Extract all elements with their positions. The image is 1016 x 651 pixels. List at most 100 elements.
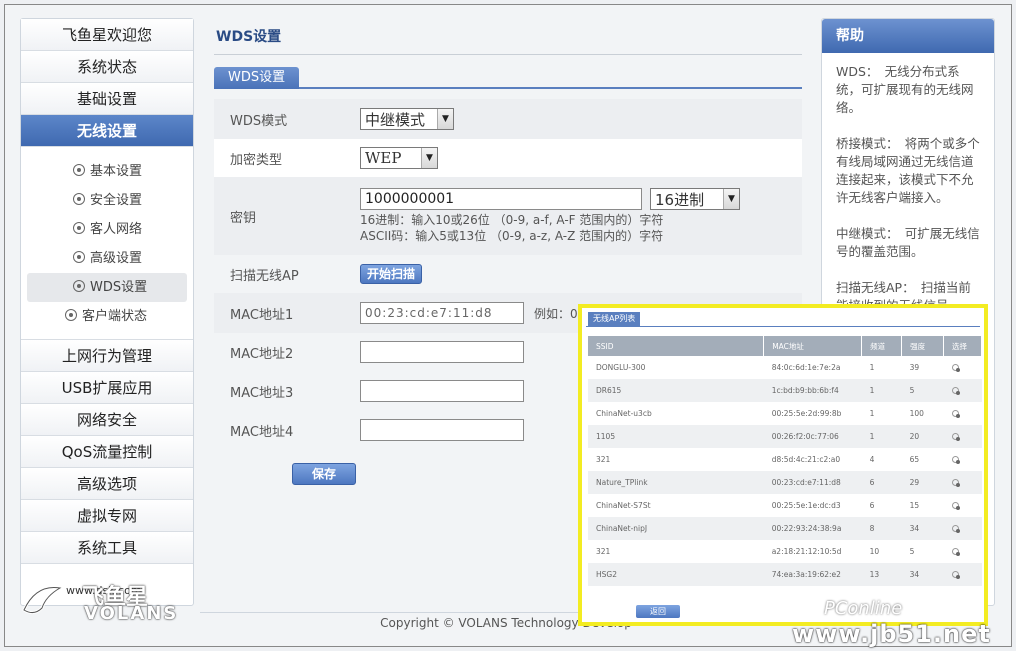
fish-logo-icon <box>22 585 64 615</box>
subnav-security[interactable]: 安全设置 <box>21 186 193 215</box>
nav-system-tools[interactable]: 系统工具 <box>21 532 193 564</box>
nav-usb-apps[interactable]: USB扩展应用 <box>21 372 193 404</box>
mac2-input[interactable] <box>360 341 524 363</box>
volans-logo: www.dsk.com 飞鱼星 VOLANS <box>20 576 176 626</box>
row-wds-mode: WDS模式 中继模式 ▼ <box>214 99 802 139</box>
ap-table-row[interactable]: 321 d8:5d:4c:21:c2:a0 4 65 <box>588 448 982 471</box>
wds-mode-label: WDS模式 <box>230 113 288 129</box>
ap-table-row[interactable]: ChinaNet-u3cb 00:25:5e:2d:99:8b 1 100 <box>588 402 982 425</box>
nav-wireless-settings[interactable]: 无线设置 <box>21 115 193 147</box>
ap-mac-cell: 84:0c:6d:1e:7e:2a <box>771 363 841 372</box>
encryption-value: WEP <box>365 149 402 167</box>
start-scan-button[interactable]: 开始扫描 <box>360 264 423 284</box>
ap-strength-cell: 5 <box>909 547 915 556</box>
save-button[interactable]: 保存 <box>292 463 356 485</box>
ap-list-tab[interactable]: 无线AP列表 <box>588 312 641 326</box>
subnav-client-status[interactable]: 客户端状态 <box>21 302 193 331</box>
mac2-label: MAC地址2 <box>230 346 294 362</box>
ap-select-radio-icon[interactable] <box>951 525 960 533</box>
subnav-advanced[interactable]: 高级设置 <box>21 244 193 273</box>
ap-ssid-cell: 321 <box>596 547 611 556</box>
ap-select-cell <box>943 379 982 402</box>
help-body: WDS： 无线分布式系统，可扩展现有的无线网络。 桥接模式： 将两个或多个有线局… <box>822 53 994 343</box>
tab-wds-settings[interactable]: WDS设置 <box>214 67 300 89</box>
ap-table-row[interactable]: HSG2 74:ea:3a:19:62:e2 13 34 <box>588 563 982 586</box>
ap-ssid-cell: ChinaNet-nipJ <box>588 517 764 540</box>
radio-icon <box>73 280 85 292</box>
back-button[interactable]: 返回 <box>636 605 680 618</box>
ap-select-radio-icon[interactable] <box>951 410 960 418</box>
ap-ssid-cell: DONGLU-300 <box>596 363 646 372</box>
ap-channel-cell: 1 <box>869 409 875 418</box>
nav-qos[interactable]: QoS流量控制 <box>21 436 193 468</box>
key-format-select[interactable]: 16进制 ▼ <box>650 188 740 210</box>
mac4-label: MAC地址4 <box>230 424 294 440</box>
ap-channel-cell: 6 <box>861 471 902 494</box>
ap-table-row[interactable]: DONGLU-300 84:0c:6d:1e:7e:2a 1 39 <box>588 356 982 379</box>
ap-select-cell <box>944 402 982 425</box>
ap-table-row[interactable]: ChinaNet-nipJ 00:22:93:24:38:9a 8 34 <box>588 517 982 540</box>
nav-advanced-options[interactable]: 高级选项 <box>21 468 193 500</box>
ap-select-radio-icon[interactable] <box>951 502 960 510</box>
mac4-input[interactable] <box>360 419 524 441</box>
help-title: 帮助 <box>822 19 994 53</box>
col-ssid: SSID <box>588 336 765 356</box>
encryption-select[interactable]: WEP ▼ <box>360 147 438 169</box>
dropdown-arrow-icon: ▼ <box>723 189 739 209</box>
ap-select-cell <box>944 494 982 517</box>
subnav-wds[interactable]: WDS设置 <box>27 273 187 302</box>
tab-bar: WDS设置 <box>214 67 802 89</box>
ap-table-row[interactable]: ChinaNet-S7St 00:25:5e:1e:dc:d3 6 15 <box>588 494 982 517</box>
ap-select-cell <box>943 471 982 494</box>
ap-strength-cell: 15 <box>909 501 920 510</box>
ap-select-radio-icon[interactable] <box>951 433 960 441</box>
ap-table-row[interactable]: 1105 00:26:f2:0c:77:06 1 20 <box>588 425 982 448</box>
ap-table: SSID MAC地址 频道 强度 选择 DONGLU-300 84:0c:6d:1… <box>588 336 982 586</box>
ap-table-row[interactable]: Nature_TPlink 00:23:cd:e7:11:d8 6 29 <box>588 471 982 494</box>
nav-welcome[interactable]: 飞鱼星欢迎您 <box>21 19 193 51</box>
ap-mac-cell: 00:25:5e:1e:dc:d3 <box>771 501 841 510</box>
ap-table-row[interactable]: DR615 1c:bd:b9:bb:6b:f4 1 5 <box>588 379 982 402</box>
ap-ssid-cell: Nature_TPlink <box>588 471 764 494</box>
row-key: 密钥 1000000001 16进制 ▼ 16进制：输入10或26位 （0-9,… <box>214 177 802 255</box>
subnav-label: WDS设置 <box>90 280 148 295</box>
ap-select-radio-icon[interactable] <box>951 364 960 372</box>
row-encryption: 加密类型 WEP ▼ <box>214 139 802 177</box>
row-scan: 扫描无线AP 开始扫描 <box>214 255 802 293</box>
ap-strength-cell: 100 <box>909 409 924 418</box>
nav-vpn[interactable]: 虚拟专网 <box>21 500 193 532</box>
subnav-label: 高级设置 <box>90 251 143 266</box>
ap-select-cell <box>944 448 982 471</box>
ap-select-radio-icon[interactable] <box>951 479 960 487</box>
mac3-input[interactable] <box>360 380 524 402</box>
ap-strength-cell: 65 <box>909 455 920 464</box>
nav-network-security[interactable]: 网络安全 <box>21 404 193 436</box>
wds-mode-select[interactable]: 中继模式 ▼ <box>360 108 454 130</box>
mac-example-text: 例如：0 <box>534 306 578 321</box>
ap-select-cell <box>943 425 982 448</box>
key-input[interactable]: 1000000001 <box>360 188 642 210</box>
ap-ssid-cell: 1105 <box>588 425 764 448</box>
ap-mac-cell: 1c:bd:b9:bb:6b:f4 <box>763 379 862 402</box>
ap-table-row[interactable]: 321 a2:18:21:12:10:5d 10 5 <box>588 540 982 563</box>
ap-ssid-cell: 321 <box>596 455 611 464</box>
subnav-basic[interactable]: 基本设置 <box>21 157 193 186</box>
key-format-value: 16进制 <box>655 190 705 209</box>
nav-system-status[interactable]: 系统状态 <box>21 51 193 83</box>
col-strength: 强度 <box>901 336 945 356</box>
dropdown-arrow-icon: ▼ <box>437 109 453 129</box>
mac1-input[interactable]: 00:23:cd:e7:11:d8 <box>360 302 524 324</box>
key-group: 1000000001 16进制 ▼ 16进制：输入10或26位 （0-9, a-… <box>360 188 740 244</box>
nav-behavior-management[interactable]: 上网行为管理 <box>21 340 193 372</box>
ap-select-radio-icon[interactable] <box>951 387 960 395</box>
ap-mac-cell: 00:22:93:24:38:9a <box>763 517 862 540</box>
logo-en: VOLANS <box>84 603 179 624</box>
ap-strength-cell: 20 <box>901 425 944 448</box>
ap-select-radio-icon[interactable] <box>951 548 960 556</box>
ap-channel-cell: 13 <box>861 563 902 586</box>
ap-select-radio-icon[interactable] <box>951 571 960 579</box>
nav-basic-settings[interactable]: 基础设置 <box>21 83 193 115</box>
subnav-label: 基本设置 <box>90 164 143 179</box>
ap-select-radio-icon[interactable] <box>951 456 960 464</box>
subnav-guest-network[interactable]: 客人网络 <box>21 215 193 244</box>
